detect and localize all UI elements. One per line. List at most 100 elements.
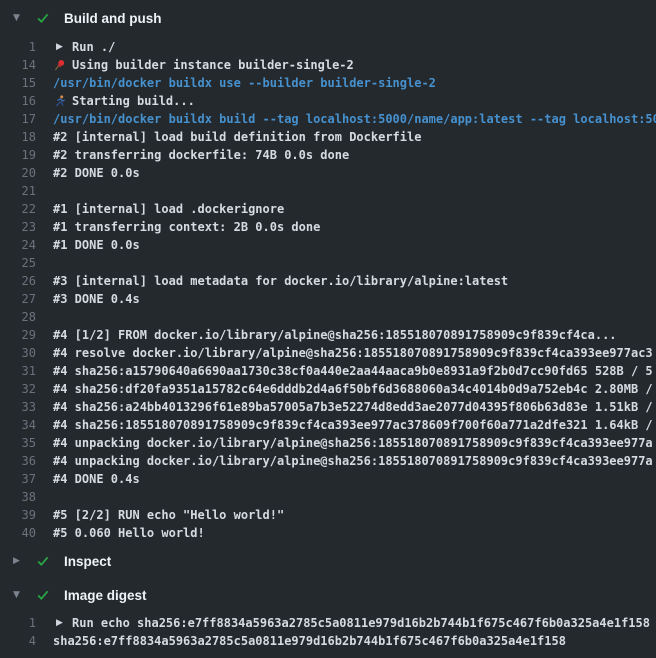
log-block-image-digest: 1 ▶ Run echo sha256:e7ff8834a5963a2785c5a0… xyxy=(0,612,656,652)
log-line-body: Starting build... xyxy=(53,92,195,110)
log-line-body: #3 DONE 0.4s xyxy=(53,290,140,308)
line-number[interactable]: 38 xyxy=(0,488,36,506)
log-text: Using builder instance builder-single-2 xyxy=(72,56,354,74)
line-number[interactable]: 32 xyxy=(0,380,36,398)
log-line-body: #1 transferring context: 2B 0.0s done xyxy=(53,218,320,236)
log-text: #4 [1/2] FROM docker.io/library/alpine@s… xyxy=(53,326,617,344)
chevron-right-icon[interactable]: ▶ xyxy=(13,557,27,566)
log-line: 18 #2 [internal] load build definition fr… xyxy=(0,128,656,146)
line-number[interactable]: 31 xyxy=(0,362,36,380)
section-title: Inspect xyxy=(64,554,111,569)
log-text: #3 DONE 0.4s xyxy=(53,290,140,308)
log-line: 17/usr/bin/docker buildx build --tag loc… xyxy=(0,110,656,128)
log-text: #4 sha256:185518070891758909c9f839cf4ca3… xyxy=(53,416,653,434)
log-text: #4 sha256:a24bb4013296f61e89ba57005a7b3e… xyxy=(53,398,653,416)
section-title: Build and push xyxy=(64,11,162,26)
line-number[interactable]: 22 xyxy=(0,200,36,218)
line-number[interactable]: 18 xyxy=(0,128,36,146)
line-number[interactable]: 25 xyxy=(0,254,36,272)
log-line-body: #4 unpacking docker.io/library/alpine@sh… xyxy=(53,452,653,470)
log-line-body: #4 [1/2] FROM docker.io/library/alpine@s… xyxy=(53,326,617,344)
log-text: #1 [internal] load .dockerignore xyxy=(53,200,284,218)
log-text: Run echo sha256:e7ff8834a5963a2785c5a081… xyxy=(72,614,650,632)
log-text: #3 [internal] load metadata for docker.i… xyxy=(53,272,508,290)
line-number[interactable]: 20 xyxy=(0,164,36,182)
line-number[interactable]: 23 xyxy=(0,218,36,236)
line-number[interactable]: 29 xyxy=(0,326,36,344)
line-number[interactable]: 36 xyxy=(0,452,36,470)
line-number[interactable]: 27 xyxy=(0,290,36,308)
runner-icon xyxy=(53,95,66,107)
log-text: #5 0.060 Hello world! xyxy=(53,524,205,542)
log-line-body: ▶ Run ./ xyxy=(53,38,115,56)
log-line-body: #1 [internal] load .dockerignore xyxy=(53,200,284,218)
log-text: #5 [2/2] RUN echo "Hello world!" xyxy=(53,506,284,524)
log-line-body: #3 [internal] load metadata for docker.i… xyxy=(53,272,508,290)
log-line: 30#4 resolve docker.io/library/alpine@sh… xyxy=(0,344,656,362)
log-line: 29 #4 [1/2] FROM docker.io/library/alpine… xyxy=(0,326,656,344)
log-line-body: Using builder instance builder-single-2 xyxy=(53,56,354,74)
line-number[interactable]: 26 xyxy=(0,272,36,290)
log-line: 1 ▶ Run echo sha256:e7ff8834a5963a2785c5a0… xyxy=(0,614,656,632)
line-number[interactable]: 4 xyxy=(0,632,36,650)
run-group-expand-icon[interactable]: ▶ xyxy=(53,43,66,52)
line-number[interactable]: 35 xyxy=(0,434,36,452)
line-number[interactable]: 34 xyxy=(0,416,36,434)
log-text: #2 transferring dockerfile: 74B 0.0s don… xyxy=(53,146,349,164)
line-number[interactable]: 28 xyxy=(0,308,36,326)
log-line: 39 #5 [2/2] RUN echo "Hello world!" xyxy=(0,506,656,524)
log-line: 22 #1 [internal] load .dockerignore xyxy=(0,200,656,218)
log-line-body: #4 sha256:185518070891758909c9f839cf4ca3… xyxy=(53,416,653,434)
log-line-body: #4 sha256:df20fa9351a15782c64e6dddb2d4a6… xyxy=(53,380,653,398)
log-line: 16 Starting build... xyxy=(0,92,656,110)
run-group-expand-icon[interactable]: ▶ xyxy=(53,619,66,628)
chevron-down-icon[interactable]: ▼ xyxy=(13,14,27,23)
log-line: 38 xyxy=(0,488,656,506)
log-line-body: #2 [internal] load build definition from… xyxy=(53,128,421,146)
line-number[interactable]: 21 xyxy=(0,182,36,200)
section-header-inspect[interactable]: ▶ Inspect xyxy=(0,544,656,578)
line-number[interactable]: 16 xyxy=(0,92,36,110)
pushpin-icon xyxy=(53,59,66,71)
log-line-body: /usr/bin/docker buildx use --builder bui… xyxy=(53,74,436,92)
line-number[interactable]: 15 xyxy=(0,74,36,92)
line-number[interactable]: 30 xyxy=(0,344,36,362)
line-number[interactable]: 14 xyxy=(0,56,36,74)
log-line: 32 #4 sha256:df20fa9351a15782c64e6dddb2d4… xyxy=(0,380,656,398)
success-check-icon xyxy=(36,588,50,602)
log-line: 20 #2 DONE 0.0s xyxy=(0,164,656,182)
log-line-body: #2 transferring dockerfile: 74B 0.0s don… xyxy=(53,146,349,164)
log-line: 4sha256:e7ff8834a5963a2785c5a0811e979d16… xyxy=(0,632,656,650)
log-line: 26 #3 [internal] load metadata for docker… xyxy=(0,272,656,290)
log-text: Starting build... xyxy=(72,92,195,110)
line-number[interactable]: 37 xyxy=(0,470,36,488)
line-number[interactable]: 40 xyxy=(0,524,36,542)
log-line: 23 #1 transferring context: 2B 0.0s done xyxy=(0,218,656,236)
line-number[interactable]: 17 xyxy=(0,110,36,128)
log-line-body: #1 DONE 0.0s xyxy=(53,236,140,254)
section-header-image-digest[interactable]: ▼Image digest xyxy=(0,578,656,612)
line-number[interactable]: 1 xyxy=(0,614,36,632)
workflow-log-viewer: ▼Build and push1▶Run ./14Using builder i… xyxy=(0,0,656,658)
line-number[interactable]: 39 xyxy=(0,506,36,524)
log-line-body: #4 sha256:a24bb4013296f61e89ba57005a7b3e… xyxy=(53,398,653,416)
log-line: 15/usr/bin/docker buildx use --builder b… xyxy=(0,74,656,92)
log-line: 34 #4 sha256:185518070891758909c9f839cf4c… xyxy=(0,416,656,434)
log-text: #4 unpacking docker.io/library/alpine@sh… xyxy=(53,452,653,470)
line-number[interactable]: 33 xyxy=(0,398,36,416)
log-text: Run ./ xyxy=(72,38,115,56)
line-number[interactable]: 19 xyxy=(0,146,36,164)
log-line-body: ▶ Run echo sha256:e7ff8834a5963a2785c5a08… xyxy=(53,614,650,632)
log-text: #2 DONE 0.0s xyxy=(53,164,140,182)
log-text: #4 sha256:df20fa9351a15782c64e6dddb2d4a6… xyxy=(53,380,653,398)
log-text: #1 transferring context: 2B 0.0s done xyxy=(53,218,320,236)
log-block-build-and-push: 1 ▶ Run ./ 14 Using builder instance builder… xyxy=(0,36,656,544)
log-line-body: /usr/bin/docker buildx build --tag local… xyxy=(53,110,656,128)
log-text: /usr/bin/docker buildx build --tag local… xyxy=(53,110,656,128)
section-header-build-and-push[interactable]: ▼ Build and push xyxy=(0,0,656,36)
log-line: 28 xyxy=(0,308,656,326)
line-number[interactable]: 1 xyxy=(0,38,36,56)
success-check-icon xyxy=(36,554,50,568)
chevron-down-icon[interactable]: ▼ xyxy=(13,591,27,600)
line-number[interactable]: 24 xyxy=(0,236,36,254)
